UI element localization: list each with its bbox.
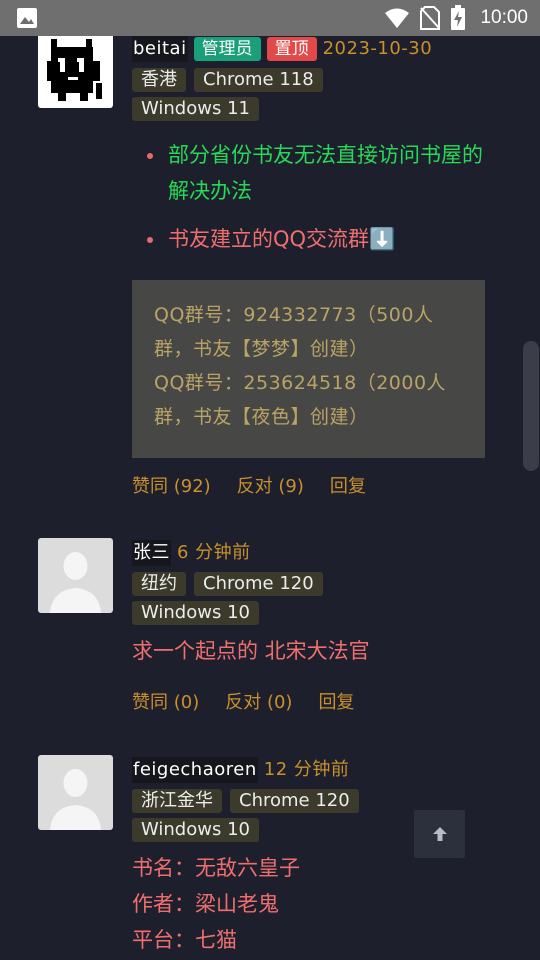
location-tag: 纽约: [132, 572, 186, 596]
image-icon: [17, 8, 37, 28]
qq-group-item: 书友建立的QQ交流群⬇️: [147, 221, 488, 257]
os-tag: Windows 10: [132, 601, 259, 625]
book-author: 作者：梁山老鬼: [132, 892, 279, 916]
avatar[interactable]: [38, 538, 113, 613]
back-to-top-button[interactable]: [414, 810, 465, 858]
location-tag: 香港: [132, 68, 186, 92]
os-tag: Windows 10: [132, 818, 259, 842]
qq-group-box: QQ群号：924332773（500人群，书友【梦梦】创建） QQ群号：2536…: [132, 280, 485, 458]
avatar[interactable]: [38, 33, 113, 108]
agree-button[interactable]: 赞同 (0): [132, 688, 199, 714]
username[interactable]: feigechaoren: [132, 757, 258, 783]
cat-avatar-icon: [47, 39, 102, 101]
location-tag: 浙江金华: [132, 789, 222, 813]
pinned-badge: 置顶: [266, 37, 317, 61]
scrollbar-thumb[interactable]: [523, 341, 539, 471]
reply-button[interactable]: 回复: [330, 472, 366, 498]
battery-charging-icon: [451, 5, 466, 30]
arrow-up-icon: [432, 827, 447, 841]
comment-time: 12 分钟前: [263, 759, 350, 780]
clock: 10:00: [480, 7, 528, 28]
browser-tag: Chrome 118: [194, 68, 323, 92]
status-bar: 10:00: [0, 0, 540, 36]
reply-button[interactable]: 回复: [318, 688, 354, 714]
avatar[interactable]: [38, 755, 113, 830]
qq-group-line: QQ群号：253624518（2000人群，书友【夜色】创建）: [154, 372, 447, 428]
scrollbar[interactable]: [522, 36, 540, 960]
comment-time: 6 分钟前: [177, 542, 251, 563]
no-sim-icon: [420, 6, 441, 30]
wifi-icon: [385, 8, 410, 28]
agree-button[interactable]: 赞同 (92): [132, 472, 211, 498]
proxy-guide-link[interactable]: 部分省份书友无法直接访问书屋的解决办法: [147, 137, 488, 209]
admin-badge: 管理员: [193, 37, 261, 61]
qq-group-line: QQ群号：924332773（500人群，书友【梦梦】创建）: [154, 304, 434, 360]
os-tag: Windows 11: [132, 97, 259, 121]
comment-actions: 赞同 (0) 反对 (0) 回复: [132, 688, 354, 714]
oppose-button[interactable]: 反对 (9): [237, 472, 304, 498]
browser-tag: Chrome 120: [230, 789, 359, 813]
username[interactable]: 张三: [132, 540, 171, 566]
username[interactable]: beitai: [132, 36, 188, 62]
oppose-button[interactable]: 反对 (0): [225, 688, 292, 714]
browser-tag: Chrome 120: [194, 572, 323, 596]
book-platform: 平台：七猫: [132, 928, 237, 952]
default-avatar-icon: [50, 769, 101, 830]
default-avatar-icon: [50, 552, 101, 613]
comment-time: 2023-10-30: [322, 38, 433, 59]
bullet-list: 部分省份书友无法直接访问书屋的解决办法 书友建立的QQ交流群⬇️: [147, 137, 488, 257]
comment-text: 求一个起点的 北宋大法官: [132, 639, 370, 663]
comment-actions: 赞同 (92) 反对 (9) 回复: [132, 472, 366, 498]
